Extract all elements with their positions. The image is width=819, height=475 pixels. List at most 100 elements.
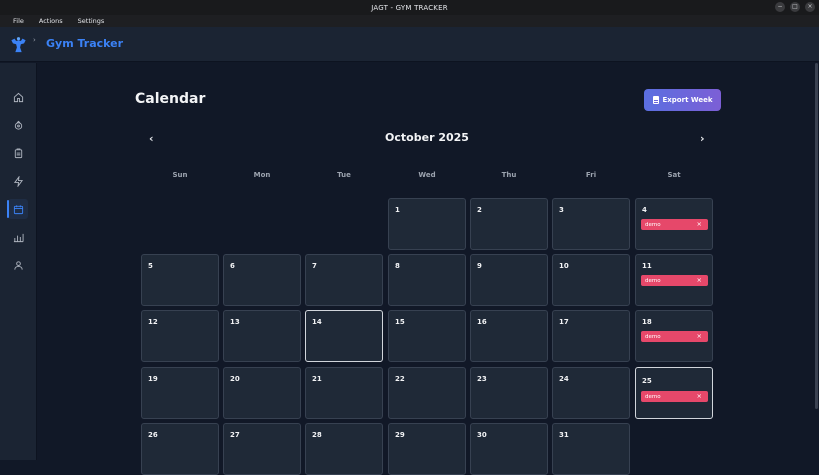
day-number: 25 xyxy=(642,377,652,385)
day-number: 22 xyxy=(395,375,405,383)
day-number: 15 xyxy=(395,318,405,326)
calendar-day-cell[interactable]: 6 xyxy=(223,254,301,306)
day-number: 31 xyxy=(559,431,569,439)
window-title: JAGT - GYM TRACKER xyxy=(371,3,448,12)
day-number: 30 xyxy=(477,431,487,439)
bar-chart-icon xyxy=(13,233,24,242)
weekday-label: Wed xyxy=(418,171,436,179)
sidebar xyxy=(0,63,37,460)
day-number: 17 xyxy=(559,318,569,326)
day-number: 4 xyxy=(642,206,647,214)
day-number: 11 xyxy=(642,262,652,270)
calendar-day-cell[interactable]: 22 xyxy=(388,367,466,419)
collapse-sidebar-button[interactable]: › xyxy=(33,36,36,44)
calendar-icon xyxy=(13,204,23,214)
workout-tag[interactable]: demo × xyxy=(641,219,708,230)
day-number: 24 xyxy=(559,375,569,383)
prev-month-button[interactable]: ‹ xyxy=(149,132,154,145)
calendar-day-cell[interactable]: 19 xyxy=(141,367,219,419)
sidebar-item-profile[interactable] xyxy=(8,255,28,275)
calendar-day-cell[interactable]: 21 xyxy=(305,367,383,419)
calendar-day-cell[interactable]: 29 xyxy=(388,423,466,475)
calendar-day-cell[interactable]: 11 demo × xyxy=(635,254,713,306)
workout-tag[interactable]: demo × xyxy=(641,391,708,402)
next-month-button[interactable]: › xyxy=(700,132,705,145)
calendar-day-cell[interactable]: 28 xyxy=(305,423,383,475)
day-number: 7 xyxy=(312,262,317,270)
day-number: 14 xyxy=(312,318,322,326)
weekday-label: Fri xyxy=(585,171,597,179)
workout-tag[interactable]: demo × xyxy=(641,275,708,286)
document-icon xyxy=(652,96,659,104)
minimize-button[interactable]: − xyxy=(775,2,785,12)
calendar-day-cell[interactable]: 27 xyxy=(223,423,301,475)
menu-settings[interactable]: Settings xyxy=(78,17,105,25)
export-week-label: Export Week xyxy=(662,96,713,104)
calendar-day-cell[interactable]: 25 demo × xyxy=(635,367,713,419)
day-number: 9 xyxy=(477,262,482,270)
day-number: 28 xyxy=(312,431,322,439)
dumbbell-icon xyxy=(14,120,22,130)
calendar-day-cell[interactable]: 30 xyxy=(470,423,548,475)
calendar-day-cell[interactable]: 16 xyxy=(470,310,548,362)
maximize-button[interactable]: □ xyxy=(790,2,800,12)
scrollbar-thumb[interactable] xyxy=(815,63,818,409)
workout-tag[interactable]: demo × xyxy=(641,331,708,342)
remove-tag-icon[interactable]: × xyxy=(697,220,702,228)
calendar-day-cell[interactable]: 1 xyxy=(388,198,466,250)
lightning-icon xyxy=(13,175,23,187)
calendar-day-cell[interactable]: 12 xyxy=(141,310,219,362)
day-number: 20 xyxy=(230,375,240,383)
calendar-day-cell[interactable]: 5 xyxy=(141,254,219,306)
remove-tag-icon[interactable]: × xyxy=(697,392,702,400)
home-icon xyxy=(13,92,23,102)
page-title: Calendar xyxy=(135,91,206,107)
calendar-day-cell[interactable]: 18 demo × xyxy=(635,310,713,362)
remove-tag-icon[interactable]: × xyxy=(697,332,702,340)
sidebar-item-workouts[interactable] xyxy=(8,143,28,163)
menu-bar: File Actions Settings xyxy=(0,15,819,27)
user-icon xyxy=(13,260,23,270)
day-number: 10 xyxy=(559,262,569,270)
calendar-day-cell[interactable]: 4 demo × xyxy=(635,198,713,250)
day-number: 1 xyxy=(395,206,400,214)
weekday-label: Sun xyxy=(172,171,188,179)
calendar-day-cell[interactable]: 14 xyxy=(305,310,383,362)
sidebar-item-exercises[interactable] xyxy=(8,115,28,135)
day-number: 29 xyxy=(395,431,405,439)
day-number: 16 xyxy=(477,318,487,326)
calendar-day-cell[interactable]: 10 xyxy=(552,254,630,306)
sidebar-item-stats[interactable] xyxy=(8,227,28,247)
calendar-day-cell[interactable]: 24 xyxy=(552,367,630,419)
gym-logo-icon xyxy=(11,37,26,53)
sidebar-item-home[interactable] xyxy=(8,87,28,107)
remove-tag-icon[interactable]: × xyxy=(697,276,702,284)
menu-file[interactable]: File xyxy=(13,17,24,25)
calendar-day-cell[interactable]: 23 xyxy=(470,367,548,419)
workout-tag-label: demo xyxy=(645,393,661,400)
sidebar-item-calendar[interactable] xyxy=(7,199,28,219)
calendar-day-cell[interactable]: 20 xyxy=(223,367,301,419)
calendar-day-cell[interactable]: 7 xyxy=(305,254,383,306)
clipboard-icon xyxy=(14,147,22,158)
calendar-day-cell[interactable]: 17 xyxy=(552,310,630,362)
calendar-day-cell[interactable]: 13 xyxy=(223,310,301,362)
calendar-day-cell[interactable]: 31 xyxy=(552,423,630,475)
calendar-day-cell[interactable]: 8 xyxy=(388,254,466,306)
calendar-day-cell[interactable]: 3 xyxy=(552,198,630,250)
workout-tag-label: demo xyxy=(645,221,661,228)
calendar-day-cell[interactable]: 2 xyxy=(470,198,548,250)
sidebar-item-activity[interactable] xyxy=(8,171,28,191)
day-number: 6 xyxy=(230,262,235,270)
day-number: 8 xyxy=(395,262,400,270)
export-week-button[interactable]: Export Week xyxy=(644,89,721,111)
menu-actions[interactable]: Actions xyxy=(39,17,63,25)
workout-tag-label: demo xyxy=(645,277,661,284)
close-window-button[interactable]: × xyxy=(805,2,815,12)
day-number: 23 xyxy=(477,375,487,383)
calendar-day-cell[interactable]: 9 xyxy=(470,254,548,306)
day-number: 12 xyxy=(148,318,158,326)
weekday-label: Sat xyxy=(667,171,681,179)
calendar-day-cell[interactable]: 15 xyxy=(388,310,466,362)
calendar-day-cell[interactable]: 26 xyxy=(141,423,219,475)
